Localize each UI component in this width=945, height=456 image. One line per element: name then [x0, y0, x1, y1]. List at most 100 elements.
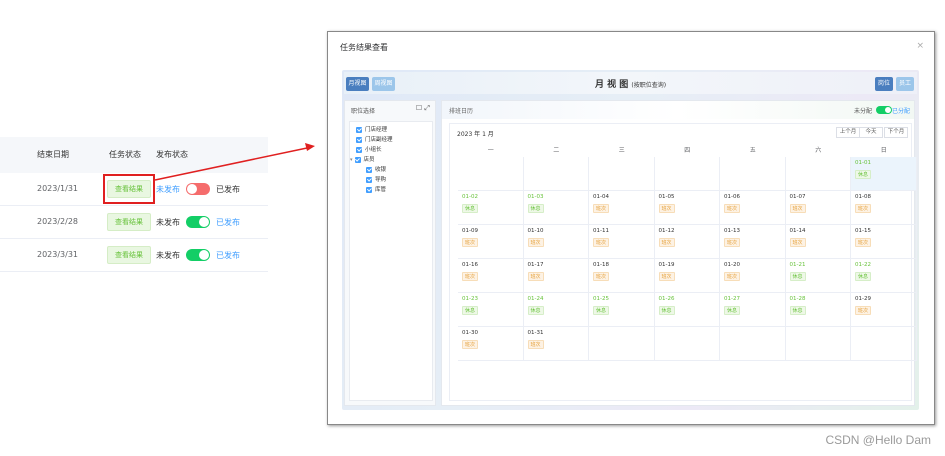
day-date: 01-07 [789, 194, 806, 200]
calendar-day-cell[interactable]: 01-14 班次 [785, 225, 851, 259]
table-row: 2023/2/28 查看结果 未发布 已发布 [0, 206, 268, 239]
assign-toggle[interactable] [876, 106, 892, 114]
calendar-day-cell[interactable]: 01-17 班次 [523, 259, 589, 293]
expand-icon[interactable]: ☐ ⤢ [416, 104, 430, 113]
shift-tag[interactable]: 休息 [855, 272, 872, 281]
calendar-day-cell[interactable]: 01-25 休息 [589, 293, 655, 327]
header-task-status: 任务状态 [109, 150, 141, 159]
post-button[interactable]: 岗位 [875, 77, 893, 91]
checkbox[interactable] [356, 136, 362, 143]
shift-tag[interactable]: 班次 [593, 238, 610, 247]
tree-node[interactable]: 收银 [366, 166, 386, 174]
view-result-button[interactable]: 查看结果 [107, 213, 151, 231]
checkbox[interactable] [366, 166, 372, 173]
calendar-day-cell[interactable]: 01-07 班次 [785, 191, 851, 225]
tree-node[interactable]: ▾ 店员 [350, 156, 375, 164]
shift-tag[interactable]: 休息 [527, 204, 544, 213]
shift-tag[interactable]: 休息 [593, 306, 610, 315]
view-result-button[interactable]: 查看结果 [107, 246, 151, 264]
shift-tag[interactable]: 班次 [462, 340, 479, 349]
calendar-panel-header: 排班日历 未分配 已分配 [442, 101, 914, 119]
tree-node[interactable]: 门店经理 [356, 126, 387, 134]
prev-month-button[interactable]: 上个月 [836, 127, 860, 138]
calendar-day-cell[interactable]: 01-10 班次 [523, 225, 589, 259]
shift-tag[interactable]: 班次 [855, 306, 872, 315]
calendar-day-cell[interactable]: 01-29 班次 [851, 293, 917, 327]
calendar-day-cell[interactable]: 01-11 班次 [589, 225, 655, 259]
tree-node[interactable]: 门店副经理 [356, 136, 393, 144]
calendar-day-cell[interactable]: 01-30 班次 [458, 327, 524, 361]
shift-tag[interactable]: 班次 [462, 238, 479, 247]
task-result-dialog: 任务结果查看 × 月视图 周视图 月 视 图 (按职位查询) 岗位 员工 职位选… [327, 31, 935, 425]
checkbox[interactable] [366, 186, 372, 193]
calendar: 2023 年 1 月 上个月 今天 下个月 一二三四五六日 01-01 休息 01-0… [449, 123, 917, 401]
shift-tag[interactable]: 休息 [855, 170, 872, 179]
end-date: 2023/3/31 [37, 250, 79, 259]
shift-tag[interactable]: 班次 [724, 272, 741, 281]
shift-tag[interactable]: 班次 [789, 238, 806, 247]
calendar-day-cell[interactable]: 01-21 休息 [785, 259, 851, 293]
shift-tag[interactable]: 班次 [724, 204, 741, 213]
calendar-day-cell[interactable]: 01-03 休息 [523, 191, 589, 225]
calendar-day-cell[interactable]: 01-31 班次 [523, 327, 589, 361]
calendar-day-cell[interactable]: 01-08 班次 [851, 191, 917, 225]
published-label: 已发布 [216, 251, 240, 260]
shift-tag[interactable]: 班次 [658, 272, 675, 281]
day-date: 01-28 [789, 296, 806, 302]
calendar-day-cell[interactable]: 01-09 班次 [458, 225, 524, 259]
calendar-day-cell[interactable]: 01-16 班次 [458, 259, 524, 293]
calendar-day-cell[interactable]: 01-23 休息 [458, 293, 524, 327]
shift-tag[interactable]: 班次 [462, 272, 479, 281]
tree-node[interactable]: 库管 [366, 186, 386, 194]
calendar-day-cell[interactable]: 01-05 班次 [654, 191, 720, 225]
calendar-day-cell[interactable]: 01-01 休息 [851, 157, 917, 191]
shift-tag[interactable]: 休息 [462, 204, 479, 213]
publish-switch[interactable] [186, 249, 210, 261]
shift-tag[interactable]: 班次 [527, 238, 544, 247]
calendar-day-cell[interactable]: 01-22 休息 [851, 259, 917, 293]
calendar-day-cell[interactable]: 01-06 班次 [720, 191, 786, 225]
employee-button[interactable]: 员工 [896, 77, 914, 91]
close-icon[interactable]: × [916, 41, 924, 51]
shift-tag[interactable]: 班次 [527, 272, 544, 281]
tree-node[interactable]: 小组长 [356, 146, 382, 154]
shift-tag[interactable]: 班次 [593, 204, 610, 213]
checkbox[interactable] [356, 126, 362, 133]
shift-tag[interactable]: 休息 [527, 306, 544, 315]
checkbox[interactable] [366, 176, 372, 183]
checkbox[interactable] [356, 146, 362, 153]
shift-tag[interactable]: 休息 [789, 306, 806, 315]
calendar-day-cell[interactable]: 01-13 班次 [720, 225, 786, 259]
calendar-day-cell[interactable]: 01-02 休息 [458, 191, 524, 225]
calendar-day-cell[interactable]: 01-27 休息 [720, 293, 786, 327]
today-button[interactable]: 今天 [859, 127, 883, 138]
shift-tag[interactable]: 班次 [593, 272, 610, 281]
calendar-day-cell[interactable]: 01-12 班次 [654, 225, 720, 259]
shift-tag[interactable]: 休息 [789, 272, 806, 281]
shift-tag[interactable]: 班次 [855, 204, 872, 213]
shift-tag[interactable]: 休息 [724, 306, 741, 315]
publish-switch[interactable] [186, 216, 210, 228]
calendar-day-cell[interactable]: 01-20 班次 [720, 259, 786, 293]
shift-tag[interactable]: 休息 [462, 306, 479, 315]
shift-tag[interactable]: 班次 [527, 340, 544, 349]
next-month-button[interactable]: 下个月 [884, 127, 908, 138]
calendar-day-cell[interactable]: 01-04 班次 [589, 191, 655, 225]
shift-tag[interactable]: 休息 [658, 306, 675, 315]
shift-tag[interactable]: 班次 [658, 204, 675, 213]
tree-node[interactable]: 导购 [366, 176, 386, 184]
calendar-day-cell[interactable]: 01-15 班次 [851, 225, 917, 259]
publish-switch[interactable] [186, 183, 210, 195]
shift-tag[interactable]: 班次 [855, 238, 872, 247]
calendar-day-cell[interactable]: 01-24 休息 [523, 293, 589, 327]
shift-tag[interactable]: 班次 [789, 204, 806, 213]
calendar-day-cell[interactable]: 01-26 休息 [654, 293, 720, 327]
checkbox[interactable] [354, 156, 361, 163]
shift-tag[interactable]: 班次 [658, 238, 675, 247]
calendar-day-cell[interactable]: 01-28 休息 [785, 293, 851, 327]
caret-icon[interactable]: ▾ [350, 157, 353, 163]
schedule-panel: 月视图 周视图 月 视 图 (按职位查询) 岗位 员工 职位选择 ☐ ⤢ 门店经… [342, 70, 919, 410]
shift-tag[interactable]: 班次 [724, 238, 741, 247]
calendar-day-cell[interactable]: 01-19 班次 [654, 259, 720, 293]
calendar-day-cell[interactable]: 01-18 班次 [589, 259, 655, 293]
